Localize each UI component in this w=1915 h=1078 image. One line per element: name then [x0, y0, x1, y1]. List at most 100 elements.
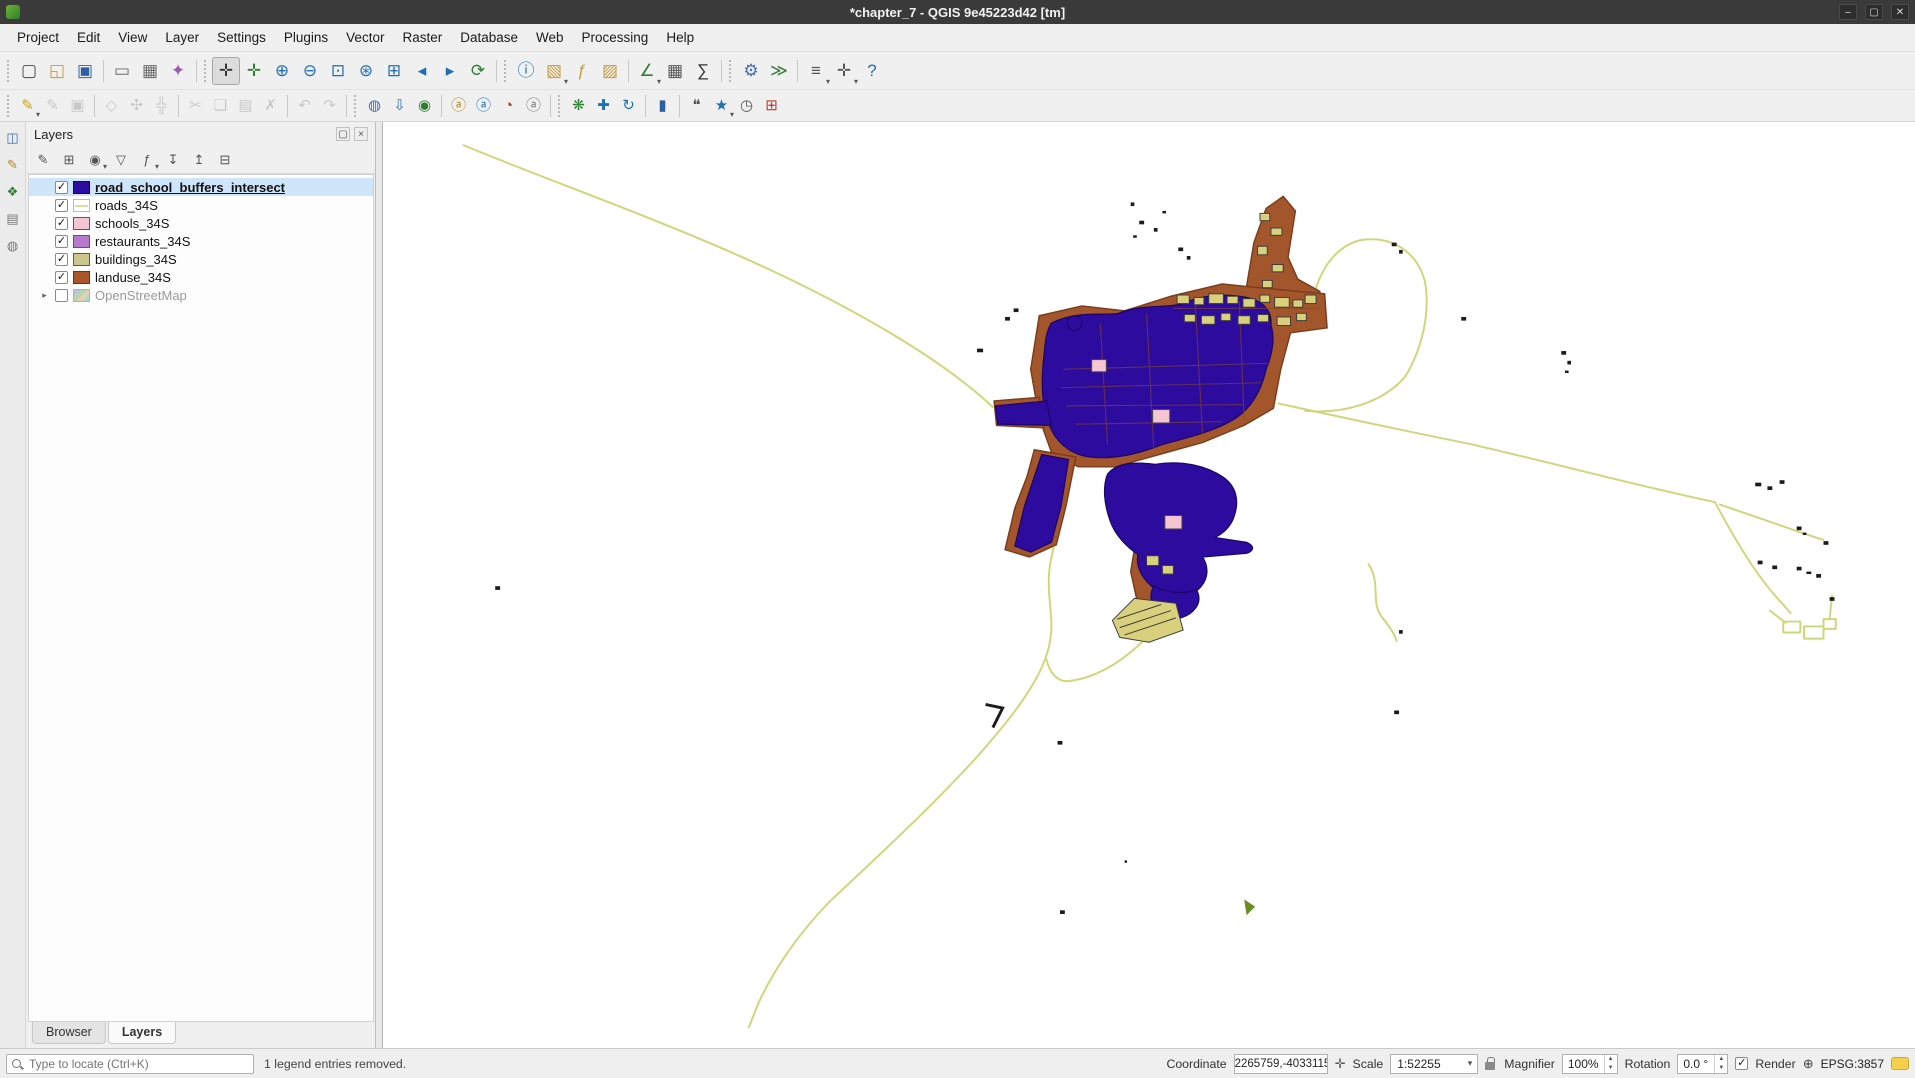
expander-icon[interactable]: ▸	[39, 290, 50, 301]
layer-visibility-checkbox[interactable]: ✓	[55, 199, 68, 212]
layer-label[interactable]: landuse_34S	[95, 270, 171, 285]
attribute-table-button[interactable]: ▦	[661, 57, 689, 85]
toolbar-handle[interactable]	[729, 60, 734, 82]
layer-label[interactable]: road_school_buffers_intersect	[95, 180, 285, 195]
layer-item-schools-34s[interactable]: ✓ schools_34S	[29, 214, 373, 232]
quick-map-services-button[interactable]: ◉	[412, 94, 437, 118]
layer-visibility-checkbox[interactable]: ✓	[55, 253, 68, 266]
toolbar-handle[interactable]	[7, 95, 12, 117]
layer-item-buildings-34s[interactable]: ✓ buildings_34S	[29, 250, 373, 268]
menu-web[interactable]: Web	[527, 25, 573, 50]
crs-text[interactable]: EPSG:3857	[1821, 1057, 1884, 1071]
temporal-controller-button[interactable]: ◷	[734, 94, 759, 118]
expand-all-button[interactable]: ↧	[161, 149, 185, 171]
crs-icon[interactable]: ⊕	[1803, 1056, 1814, 1072]
restore-button[interactable]: ▢	[1865, 4, 1883, 20]
measure-button[interactable]: ∠▾	[633, 57, 661, 85]
layer-item-openstreetmap[interactable]: ▸ OpenStreetMap	[29, 286, 373, 304]
layer-labeling-options-button[interactable]: ⓐ	[471, 94, 496, 118]
menu-database[interactable]: Database	[451, 25, 527, 50]
manage-map-themes-dropdown-arrow[interactable]: ▾	[103, 162, 107, 171]
layer-label[interactable]: restaurants_34S	[95, 234, 190, 249]
processing-history-button[interactable]: ↻	[616, 94, 641, 118]
scale-combo[interactable]: 1:52255 ▾	[1390, 1054, 1478, 1074]
toolbar-handle[interactable]	[354, 95, 359, 117]
plugin-tool-button[interactable]: ▮	[650, 94, 675, 118]
messages-icon[interactable]	[1891, 1057, 1909, 1070]
processing-toolbox-button[interactable]: ⚙	[737, 57, 765, 85]
snapping-options-button[interactable]: ✛▾	[830, 57, 858, 85]
select-by-expression-button[interactable]: ƒ	[568, 57, 596, 85]
zoom-to-layer-button[interactable]: ⊞	[380, 57, 408, 85]
layer-visibility-checkbox[interactable]	[55, 289, 68, 302]
spin-arrows[interactable]: ▲▼	[1604, 1055, 1617, 1073]
browser-panel-icon[interactable]: ◫	[3, 128, 23, 148]
zoom-to-selection-button[interactable]: ⊛	[352, 57, 380, 85]
panel-float-button[interactable]: ▢	[336, 127, 350, 141]
toolbar-handle[interactable]	[558, 95, 563, 117]
layer-visibility-checkbox[interactable]: ✓	[55, 181, 68, 194]
new-print-layout-button[interactable]: ▭	[108, 57, 136, 85]
osm-place-search-button[interactable]: ◍	[362, 94, 387, 118]
current-edits-button[interactable]: ✎▾	[15, 94, 40, 118]
menu-processing[interactable]: Processing	[573, 25, 658, 50]
layer-label[interactable]: schools_34S	[95, 216, 169, 231]
deselect-all-button[interactable]: ▨	[596, 57, 624, 85]
processing-panel-icon[interactable]: ❖	[3, 182, 23, 202]
render-checkbox[interactable]: ✓	[1735, 1057, 1748, 1070]
toolbar-handle[interactable]	[504, 60, 509, 82]
layer-label[interactable]: roads_34S	[95, 198, 158, 213]
magnifier-spinbox[interactable]: 100% ▲▼	[1562, 1054, 1618, 1074]
style-manager-button[interactable]: ✦	[164, 57, 192, 85]
menu-help[interactable]: Help	[657, 25, 703, 50]
extents-toggle-icon[interactable]: ✛	[1335, 1056, 1346, 1072]
map-tips-button[interactable]: ❝	[684, 94, 709, 118]
filter-by-expression-button[interactable]: ƒ▾	[135, 149, 159, 171]
layer-item-road-school-buffers-intersect[interactable]: ✓ road_school_buffers_intersect	[29, 178, 373, 196]
zoom-next-button[interactable]: ▸	[436, 57, 464, 85]
locate-input[interactable]	[6, 1054, 254, 1074]
filter-legend-button[interactable]: ▽	[109, 149, 133, 171]
layer-visibility-checkbox[interactable]: ✓	[55, 235, 68, 248]
log-panel-icon[interactable]: ▤	[3, 209, 23, 229]
zoom-last-button[interactable]: ◂	[408, 57, 436, 85]
layer-item-landuse-34s[interactable]: ✓landuse_34S	[29, 268, 373, 286]
map-refresh-button[interactable]: ⟳	[464, 57, 492, 85]
pan-to-selection-button[interactable]: ✛	[240, 57, 268, 85]
tab-layers[interactable]: Layers	[108, 1022, 176, 1044]
layer-label[interactable]: OpenStreetMap	[95, 288, 187, 303]
statistics-summary-button[interactable]: ∑	[689, 57, 717, 85]
menu-vector[interactable]: Vector	[337, 25, 393, 50]
manage-map-themes-button[interactable]: ◉▾	[83, 149, 107, 171]
layer-visibility-checkbox[interactable]: ✓	[55, 217, 68, 230]
data-source-manager-button[interactable]: ⊞	[759, 94, 784, 118]
layer-item-restaurants-34s[interactable]: ✓ restaurants_34S	[29, 232, 373, 250]
menu-settings[interactable]: Settings	[208, 25, 275, 50]
menu-raster[interactable]: Raster	[393, 25, 451, 50]
rotation-spinbox[interactable]: 0.0 ° ▲▼	[1677, 1054, 1728, 1074]
select-features-button[interactable]: ▧▾	[540, 57, 568, 85]
label-toolbar-button[interactable]: ⓐ	[446, 94, 471, 118]
spin-arrows[interactable]: ▲▼	[1714, 1055, 1727, 1073]
new-bookmark-button[interactable]: ★▾	[709, 94, 734, 118]
zoom-out-button[interactable]: ⊖	[296, 57, 324, 85]
close-button[interactable]: ✕	[1891, 4, 1909, 20]
menu-project[interactable]: Project	[8, 25, 68, 50]
save-project-button[interactable]: ▣	[71, 57, 99, 85]
pan-map-button[interactable]: ✛	[212, 57, 240, 85]
layer-options-button[interactable]: ≡▾	[802, 57, 830, 85]
new-project-button[interactable]: ▢	[15, 57, 43, 85]
zoom-in-button[interactable]: ⊕	[268, 57, 296, 85]
overview-panel-icon[interactable]: ◍	[3, 236, 23, 256]
georeferencer-button[interactable]: ✚	[591, 94, 616, 118]
layer-label[interactable]: buildings_34S	[95, 252, 177, 267]
panel-close-button[interactable]: ×	[354, 127, 368, 141]
collapse-all-button[interactable]: ↥	[187, 149, 211, 171]
toolbar-handle[interactable]	[7, 60, 12, 82]
menu-view[interactable]: View	[109, 25, 156, 50]
scale-lock-icon[interactable]	[1485, 1056, 1497, 1071]
filter-by-expression-dropdown-arrow[interactable]: ▾	[155, 162, 159, 171]
metasearch-button[interactable]: ❋	[566, 94, 591, 118]
remove-layer-button[interactable]: ⊟	[213, 149, 237, 171]
tab-browser[interactable]: Browser	[32, 1022, 106, 1044]
